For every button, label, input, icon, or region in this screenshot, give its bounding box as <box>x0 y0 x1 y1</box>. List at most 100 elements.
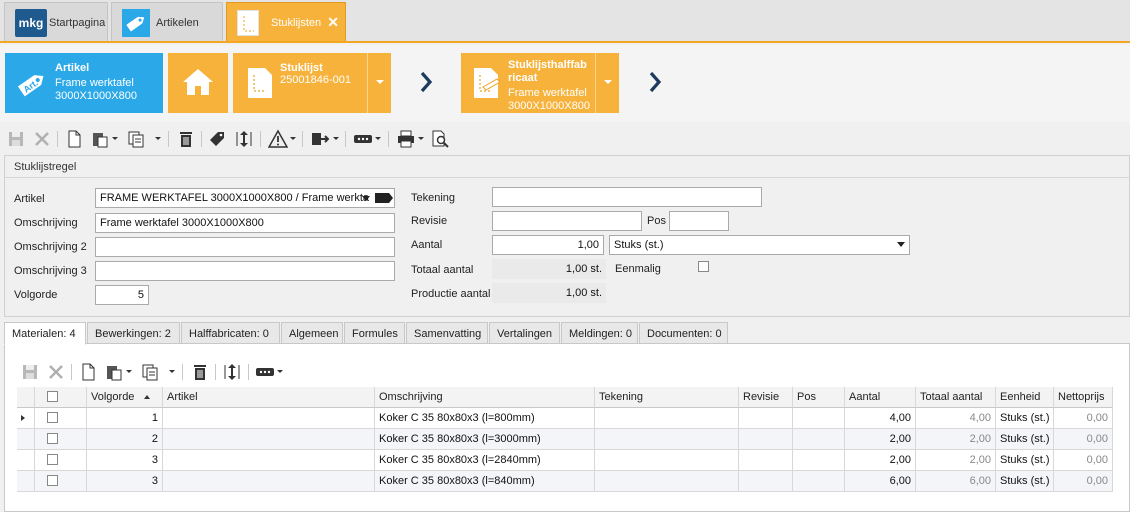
eenheid-select[interactable]: Stuks (st.) <box>609 235 910 255</box>
tab-formules[interactable]: Formules <box>344 322 405 344</box>
caret-down-icon[interactable] <box>277 370 283 373</box>
col-artikel[interactable]: Artikel <box>163 387 375 408</box>
caret-down-icon[interactable] <box>897 242 905 247</box>
row-checkbox[interactable] <box>47 454 58 465</box>
caret-down-icon[interactable] <box>126 370 132 373</box>
cell-volgorde[interactable]: 2 <box>87 429 163 450</box>
table-row[interactable]: 1 Koker C 35 80x80x3 (l=800mm) 4,00 4,00… <box>17 408 1113 429</box>
cell-volgorde[interactable]: 3 <box>87 471 163 492</box>
cell-revisie[interactable] <box>739 450 793 471</box>
revisie-field[interactable] <box>492 211 642 231</box>
col-pos[interactable]: Pos <box>793 387 845 408</box>
pos-field[interactable] <box>669 211 729 231</box>
breadcrumb-dropdown[interactable] <box>595 53 619 113</box>
sort-order-icon[interactable] <box>222 362 242 382</box>
omschrijving-field[interactable]: Frame werktafel 3000X1000X800 <box>95 213 395 233</box>
tab-halffabricaten[interactable]: Halffabricaten: 0 <box>181 322 280 344</box>
cell-tekening[interactable] <box>595 450 739 471</box>
caret-down-icon[interactable] <box>375 137 381 140</box>
cell-artikel[interactable] <box>163 429 375 450</box>
table-row[interactable]: 3 Koker C 35 80x80x3 (l=840mm) 6,00 6,00… <box>17 471 1113 492</box>
col-nettoprijs[interactable]: Nettoprijs <box>1054 387 1113 408</box>
cell-artikel[interactable] <box>163 408 375 429</box>
warning-icon[interactable] <box>268 129 288 149</box>
copy-icon[interactable] <box>140 362 160 382</box>
cell-revisie[interactable] <box>739 408 793 429</box>
cell-eenheid[interactable]: Stuks (st.) <box>996 450 1054 471</box>
col-omschrijving[interactable]: Omschrijving <box>375 387 595 408</box>
cell-volgorde[interactable]: 3 <box>87 450 163 471</box>
breadcrumb-artikel[interactable]: Art. Artikel Frame werktafel 3000X1000X8… <box>5 53 163 113</box>
delete-icon[interactable] <box>190 362 210 382</box>
caret-down-icon[interactable] <box>290 137 296 140</box>
cell-pos[interactable] <box>793 429 845 450</box>
cell-tekening[interactable] <box>595 429 739 450</box>
cell-pos[interactable] <box>793 408 845 429</box>
table-row[interactable]: 3 Koker C 35 80x80x3 (l=2840mm) 2,00 2,0… <box>17 450 1113 471</box>
aantal-field[interactable]: 1,00 <box>492 235 604 255</box>
table-row[interactable]: 2 Koker C 35 80x80x3 (l=3000mm) 2,00 2,0… <box>17 429 1113 450</box>
caret-down-icon[interactable] <box>112 137 118 140</box>
col-tekening[interactable]: Tekening <box>595 387 739 408</box>
row-checkbox[interactable] <box>47 412 58 423</box>
volgorde-field[interactable]: 5 <box>95 285 149 305</box>
tekening-field[interactable] <box>492 187 762 207</box>
cell-revisie[interactable] <box>739 471 793 492</box>
tag-edit-icon[interactable] <box>208 129 228 149</box>
cell-revisie[interactable] <box>739 429 793 450</box>
export-icon[interactable] <box>310 129 330 149</box>
caret-down-icon[interactable] <box>418 137 424 140</box>
caret-down-icon[interactable] <box>169 370 175 373</box>
cell-tekening[interactable] <box>595 471 739 492</box>
cell-aantal[interactable]: 4,00 <box>845 408 916 429</box>
cell-pos[interactable] <box>793 471 845 492</box>
tab-startpagina[interactable]: mkg Startpagina <box>4 2 108 41</box>
print-icon[interactable] <box>396 129 416 149</box>
cell-artikel[interactable] <box>163 450 375 471</box>
tab-documenten[interactable]: Documenten: 0 <box>639 322 728 344</box>
cancel-icon[interactable] <box>46 362 66 382</box>
tab-artikelen[interactable]: Artikelen <box>111 2 223 41</box>
breadcrumb-home[interactable] <box>168 53 228 113</box>
cell-pos[interactable] <box>793 450 845 471</box>
cell-volgorde[interactable]: 1 <box>87 408 163 429</box>
new-document-icon[interactable] <box>64 129 84 149</box>
omschrijving-2-field[interactable] <box>95 237 395 257</box>
copy-icon[interactable] <box>126 129 146 149</box>
artikel-field[interactable]: FRAME WERKTAFEL 3000X1000X800 / Frame we… <box>95 188 395 208</box>
cell-aantal[interactable]: 2,00 <box>845 450 916 471</box>
col-revisie[interactable]: Revisie <box>739 387 793 408</box>
caret-down-icon[interactable] <box>333 137 339 140</box>
breadcrumb-halffabricaat[interactable]: Stuklijsthalffab ricaat Frame werktafel … <box>461 53 619 113</box>
eenmalig-checkbox[interactable] <box>698 261 709 272</box>
cell-artikel[interactable] <box>163 471 375 492</box>
cell-omschrijving[interactable]: Koker C 35 80x80x3 (l=840mm) <box>375 471 595 492</box>
save-icon[interactable] <box>20 362 40 382</box>
col-aantal[interactable]: Aantal <box>845 387 916 408</box>
delete-icon[interactable] <box>176 129 196 149</box>
more-actions-icon[interactable] <box>353 129 373 149</box>
tab-vertalingen[interactable]: Vertalingen <box>489 322 560 344</box>
new-document-icon[interactable] <box>78 362 98 382</box>
caret-down-icon[interactable] <box>155 137 161 140</box>
cell-omschrijving[interactable]: Koker C 35 80x80x3 (l=800mm) <box>375 408 595 429</box>
tab-meldingen[interactable]: Meldingen: 0 <box>561 322 638 344</box>
row-checkbox[interactable] <box>47 433 58 444</box>
cell-aantal[interactable]: 2,00 <box>845 429 916 450</box>
col-volgorde[interactable]: Volgorde <box>87 387 163 408</box>
breadcrumb-stuklijst[interactable]: Stuklijst 25001846-001 <box>233 53 391 113</box>
save-icon[interactable] <box>6 129 26 149</box>
paste-icon[interactable] <box>90 129 110 149</box>
cell-omschrijving[interactable]: Koker C 35 80x80x3 (l=3000mm) <box>375 429 595 450</box>
close-icon[interactable]: ✕ <box>327 14 339 31</box>
print-preview-icon[interactable] <box>430 129 450 149</box>
breadcrumb-dropdown[interactable] <box>367 53 391 113</box>
omschrijving-3-field[interactable] <box>95 261 395 281</box>
col-eenheid[interactable]: Eenheid <box>996 387 1054 408</box>
tab-bewerkingen[interactable]: Bewerkingen: 2 <box>87 322 180 344</box>
cancel-icon[interactable] <box>32 129 52 149</box>
sort-order-icon[interactable] <box>234 129 254 149</box>
more-actions-icon[interactable] <box>255 362 275 382</box>
tab-materialen[interactable]: Materialen: 4 <box>4 322 86 345</box>
cell-aantal[interactable]: 6,00 <box>845 471 916 492</box>
